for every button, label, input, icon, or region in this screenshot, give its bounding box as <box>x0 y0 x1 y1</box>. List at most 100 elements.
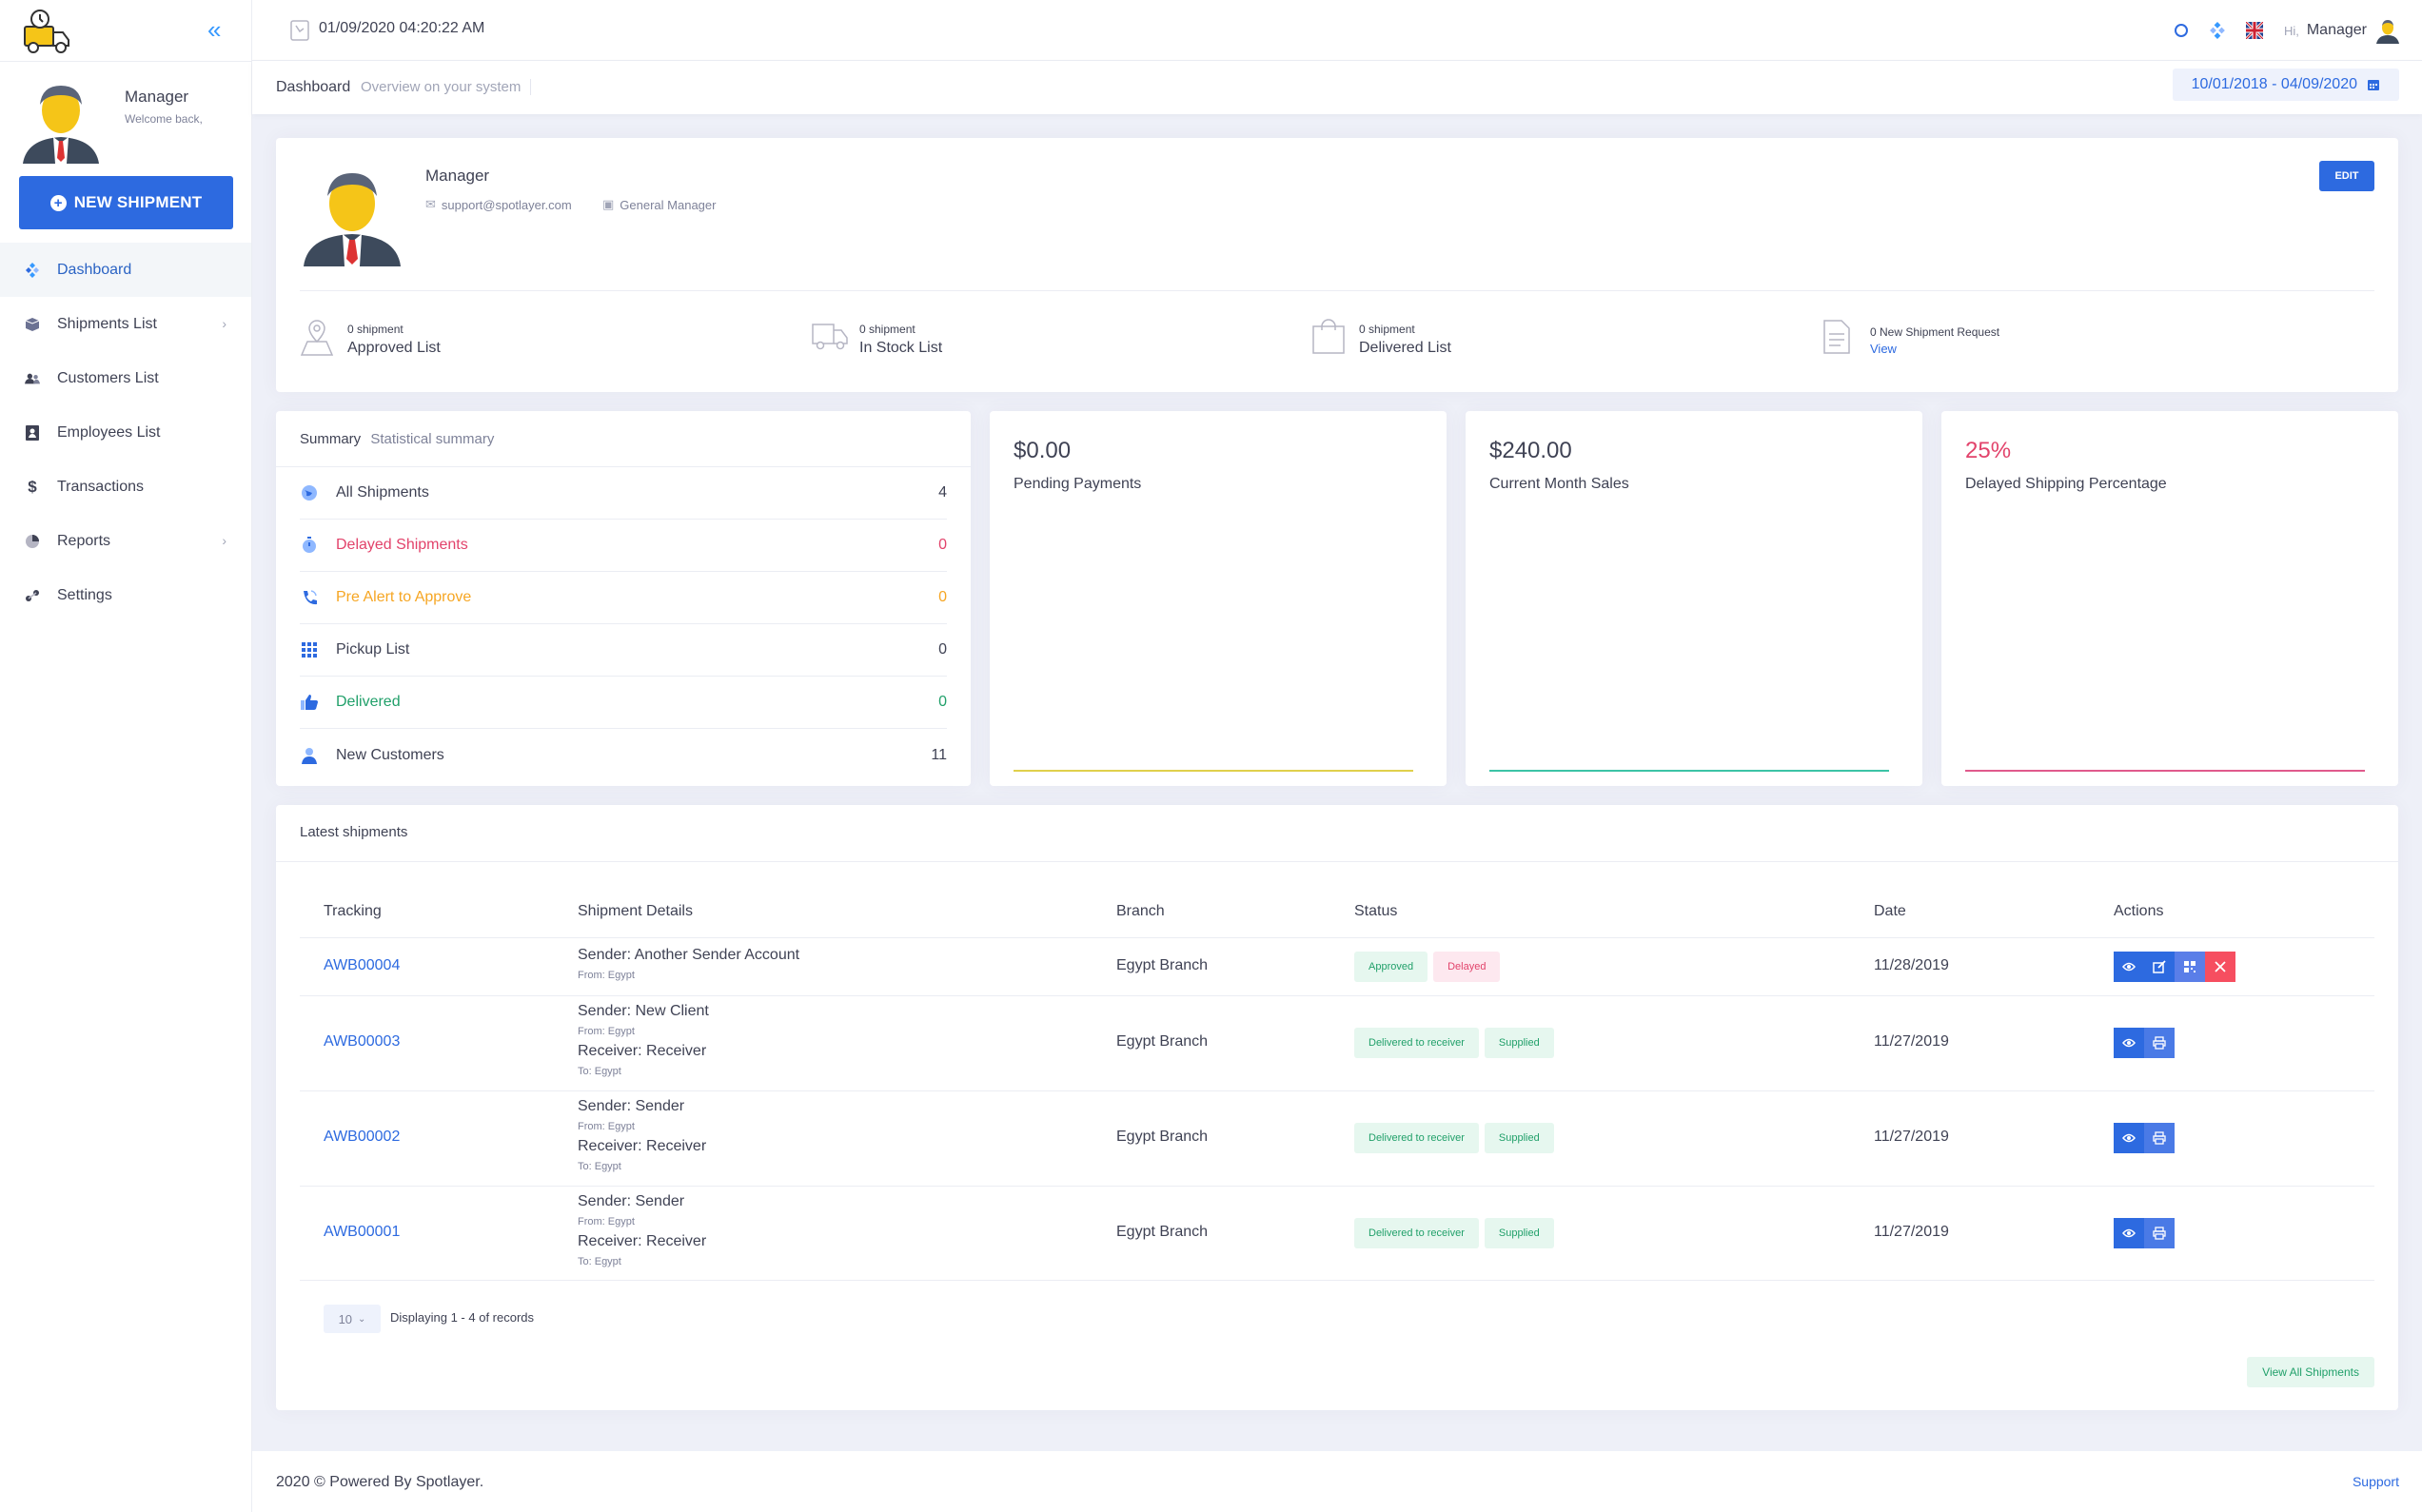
summary-header: Summary Statistical summary <box>300 431 494 447</box>
stat-label: Approved List <box>347 340 441 356</box>
page-size-select[interactable]: 10 ⌄ <box>324 1305 381 1333</box>
view-button[interactable] <box>2114 1123 2144 1153</box>
collapse-sidebar-icon[interactable]: « <box>207 17 228 42</box>
shipment-details: Sender: Another Sender Account From: Egy… <box>578 946 799 986</box>
circle-icon[interactable] <box>2174 23 2189 38</box>
profile-name: Manager <box>425 167 490 185</box>
receiver-text: Receiver: Receiver <box>578 1138 707 1154</box>
sidebar-item-label: Shipments List <box>57 315 157 332</box>
from-text: From: Egypt <box>578 1216 635 1227</box>
barcode-icon <box>2184 961 2196 972</box>
summary-row-value: 0 <box>938 537 947 553</box>
eye-icon <box>2122 1038 2136 1048</box>
column-header-date: Date <box>1874 903 1906 919</box>
column-header-details: Shipment Details <box>578 903 693 919</box>
tracking-link[interactable]: AWB00002 <box>324 1129 400 1146</box>
date-range-picker[interactable]: 10/01/2018 - 04/09/2020 <box>2172 69 2399 101</box>
eye-icon <box>2122 1228 2136 1238</box>
sidebar-item-employees-list[interactable]: Employees List <box>0 405 251 460</box>
page-title: Dashboard <box>276 79 351 95</box>
view-button[interactable] <box>2114 1218 2144 1248</box>
metric-card-current-month-sales: $240.00 Current Month Sales <box>1466 411 1922 786</box>
clock-icon <box>290 20 309 41</box>
edit-icon <box>2153 960 2166 973</box>
tracking-link[interactable]: AWB00004 <box>324 957 400 974</box>
tracking-link[interactable]: AWB00001 <box>324 1224 400 1241</box>
divider <box>300 290 2374 291</box>
id-card-icon <box>25 424 40 441</box>
branch-text: Egypt Branch <box>1116 1129 1209 1145</box>
delete-button[interactable] <box>2205 952 2235 982</box>
summary-row-delivered[interactable]: Delivered 0 <box>300 677 947 729</box>
user-avatar-icon[interactable] <box>2374 17 2401 44</box>
summary-row-value: 11 <box>931 746 947 763</box>
branch-text: Egypt Branch <box>1116 1224 1209 1240</box>
stat-count: 0 New Shipment Request <box>1870 325 2000 339</box>
table-row: AWB00001 Sender: Sender From: Egypt Rece… <box>300 1186 2374 1281</box>
summary-row-value: 0 <box>938 694 947 710</box>
date-range-value: 10/01/2018 - 04/09/2020 <box>2191 76 2357 92</box>
sidebar-item-dashboard[interactable]: Dashboard <box>0 243 251 297</box>
view-requests-link[interactable]: View <box>1870 342 1897 356</box>
page-subtitle: Overview on your system <box>361 79 532 95</box>
topbar-actions: Hi, Manager <box>2153 13 2401 48</box>
sidebar-item-shipments-list[interactable]: Shipments List › <box>0 297 251 351</box>
summary-row-all-shipments[interactable]: All Shipments 4 <box>300 467 947 520</box>
summary-row-value: 0 <box>938 589 947 605</box>
barcode-button[interactable] <box>2175 952 2205 982</box>
sidebar-item-label: Employees List <box>57 423 161 441</box>
print-button[interactable] <box>2144 1123 2175 1153</box>
uk-flag-icon[interactable] <box>2245 22 2263 39</box>
from-text: From: Egypt <box>578 1121 635 1132</box>
summary-row-pre-alert[interactable]: Pre Alert to Approve 0 <box>300 572 947 624</box>
pager-info: Displaying 1 - 4 of records <box>390 1310 535 1325</box>
document-icon <box>1823 320 1850 354</box>
summary-row-pickup-list[interactable]: Pickup List 0 <box>300 624 947 677</box>
edit-button[interactable] <box>2144 952 2175 982</box>
status-badge: Approved <box>1354 952 1428 982</box>
pie-chart-icon <box>25 534 40 549</box>
sidebar-item-transactions[interactable]: $ Transactions <box>0 460 251 514</box>
apps-icon[interactable] <box>2210 22 2225 39</box>
summary-row-new-customers[interactable]: New Customers 11 <box>300 729 947 781</box>
shipment-details: Sender: New Client From: Egypt Receiver:… <box>578 1002 709 1082</box>
edit-profile-button[interactable]: EDIT <box>2319 161 2374 191</box>
tracking-link[interactable]: AWB00003 <box>324 1033 400 1051</box>
sidebar-item-reports[interactable]: Reports › <box>0 514 251 568</box>
sidebar-item-label: Reports <box>57 532 111 549</box>
print-button[interactable] <box>2144 1218 2175 1248</box>
metric-sparkline <box>1965 770 2365 772</box>
sidebar-item-label: Settings <box>57 586 112 603</box>
grid-icon <box>300 640 319 659</box>
plus-icon: + <box>49 194 67 211</box>
view-button[interactable] <box>2114 1028 2144 1058</box>
topbar-user-name[interactable]: Manager <box>2307 22 2367 39</box>
view-all-shipments-button[interactable]: View All Shipments <box>2247 1357 2374 1387</box>
summary-title: Summary <box>300 431 362 447</box>
status-badge: Delayed <box>1433 952 1501 982</box>
date-text: 11/27/2019 <box>1874 1033 1949 1050</box>
sidebar-item-label: Transactions <box>57 478 144 495</box>
summary-row-delayed-shipments[interactable]: Delayed Shipments 0 <box>300 520 947 572</box>
sidebar-item-customers-list[interactable]: Customers List <box>0 351 251 405</box>
metric-label: Pending Payments <box>1014 476 1142 492</box>
new-shipment-button[interactable]: + NEW SHIPMENT <box>19 176 233 229</box>
envelope-icon: ✉ <box>425 197 436 211</box>
from-text: From: Egypt <box>578 970 635 981</box>
column-header-branch: Branch <box>1116 903 1165 919</box>
print-button[interactable] <box>2144 1028 2175 1058</box>
date-text: 11/28/2019 <box>1874 957 1949 973</box>
delivery-truck-logo-icon[interactable] <box>19 4 74 57</box>
users-icon <box>25 371 40 386</box>
column-header-actions: Actions <box>2114 903 2164 919</box>
view-button[interactable] <box>2114 952 2144 982</box>
receiver-text: Receiver: Receiver <box>578 1043 707 1059</box>
dollar-icon: $ <box>28 477 37 496</box>
support-link[interactable]: Support <box>2353 1474 2399 1489</box>
sidebar-item-settings[interactable]: Settings <box>0 568 251 622</box>
shipment-details: Sender: Sender From: Egypt Receiver: Rec… <box>578 1097 706 1177</box>
shopping-bag-icon <box>1312 319 1345 354</box>
sender-text: Sender: Sender <box>578 1098 685 1114</box>
profile-role-text: General Manager <box>620 197 717 212</box>
shipment-details: Sender: Sender From: Egypt Receiver: Rec… <box>578 1192 706 1272</box>
